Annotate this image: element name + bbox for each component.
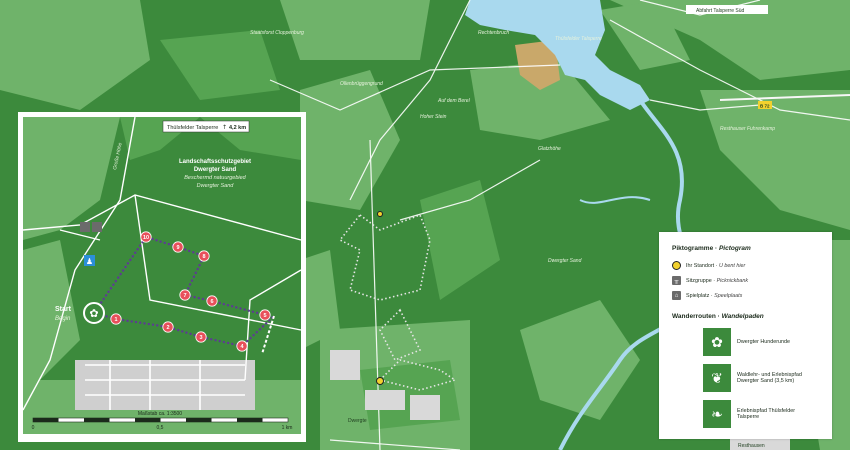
label-area-1: Auf dem Berel [437,98,471,104]
picnic-table-icon: ╥ [672,276,681,285]
waypoint-number: 10 [143,235,149,241]
maple-leaf-icon: ❦ [703,364,731,392]
route-label-2: Talsperre [737,414,760,420]
legend-item-sitzgruppe: ╥ Sitzgruppe · Picknickbank [672,276,748,285]
inset-map: 12345678910 ✿ ♟ Start Begin Landschaftss… [18,112,306,442]
start-label: Start [55,306,72,313]
label-town-2: Resthausen [738,443,765,449]
label-sand: Dwergter Sand [548,258,582,264]
playground-icon [92,222,102,232]
waypoint-number: 6 [210,299,213,305]
waypoint-number: 5 [263,313,266,319]
route-line-icon [683,382,689,383]
route-label-2: Dwergter Sand (3,5 km) [737,378,795,384]
legend-item-standort: Ihr Standort · U bent hier [672,261,745,270]
scale-tick-0: 0 [32,425,35,431]
exit-sign-label: Abfahrt Talsperre Süd [696,8,744,14]
legend-item-spielplatz: ⌂ Spielplatz · Speelplaats [672,291,742,300]
paw-icon: ✿ [703,328,731,356]
label-hill-2: Glatzhöhe [538,146,561,152]
area-sub-2: Dwergter Sand [197,183,235,189]
route-label-group: Waldlehr- und Erlebnispfad Dwergter Sand… [737,372,802,384]
legend-label: Sitzgruppe [686,277,712,284]
playground-icon: ⌂ [672,291,681,300]
route-item-hunderunde: ✿ Dwergter Hunderunde [672,328,790,356]
area-sub-1: Beschermd natuurgebied [184,175,246,181]
waypoint-number: 9 [176,245,179,251]
legend-label-nl: Picknickbank [716,277,749,284]
routes-title: Wanderrouten [672,313,716,320]
route-label-group: Erlebnispfad Thülsfelder Talsperre [737,408,795,420]
arrow-up-icon: ↑ [222,124,227,131]
pictogram-heading: Piktogramme · Pictogram [672,245,751,252]
routes-title-nl: Wandelpaden [721,313,764,320]
direction-distance: 4,2 km [229,125,246,131]
pictogram-title: Piktogramme [672,245,714,252]
label-forest-3: Resthauser Fuhrenkamp [720,126,775,132]
pictogram-title-nl: Pictogram [718,245,751,252]
scale-tick-1: 0,5 [157,425,164,431]
route-line-icon [683,418,689,419]
label-lake-area: Rechtenbruch [478,30,509,36]
waypoint-number: 7 [183,293,186,299]
bird-icon: ❧ [703,400,731,428]
scale-tick-2: 1 km [282,425,293,431]
legend-label: Spielplatz [686,292,710,299]
legend-panel: Piktogramme · Pictogram Ihr Standort · U… [659,232,832,439]
waypoint-number: 8 [202,254,205,260]
label-forest-1: Staatsforst Cloppenburg [250,30,304,36]
label-town-1: Dwergte [348,418,367,424]
route-line-icon [683,346,689,347]
direction-sign-label: Thülsfelder Talsperre [167,125,218,131]
waypoint-number: 3 [199,335,202,341]
legend-label-nl: Speelplaats [714,292,743,299]
label-hill-1: Hoher Stein [420,114,447,120]
you-are-here-icon [376,377,384,385]
b72-label: B 72 [760,104,770,109]
you-are-here-icon [672,261,681,270]
legend-label-nl: U bent hier [718,262,746,269]
label-talsperre: Thülsfelder Talsperre [555,36,602,42]
area-title-2: Dwergter Sand [194,167,237,173]
paw-icon: ✿ [89,307,98,320]
picnic-table-icon [80,222,90,232]
routes-heading: Wanderrouten · Wandelpaden [672,313,764,320]
area-title-1: Landschaftsschutzgebiet [179,159,251,165]
scale-label: Maßstab ca. 1:3500 [138,411,182,417]
route-item-waldlehrpfad: ❦ Waldlehr- und Erlebnispfad Dwergter Sa… [672,364,802,392]
route-item-erlebnispfad: ❧ Erlebnispfad Thülsfelder Talsperre [672,400,795,428]
waypoint-number: 2 [166,325,169,331]
label-forest-2: Ollenbrüggengrund [340,81,383,87]
legend-label: Ihr Standort [686,262,715,269]
route-label: Dwergter Hunderunde [737,339,791,345]
waypoint-number: 1 [114,317,117,323]
start-sub-label: Begin [55,316,71,322]
hiker-glyph: ♟ [86,257,93,266]
marker-icon [377,211,383,217]
